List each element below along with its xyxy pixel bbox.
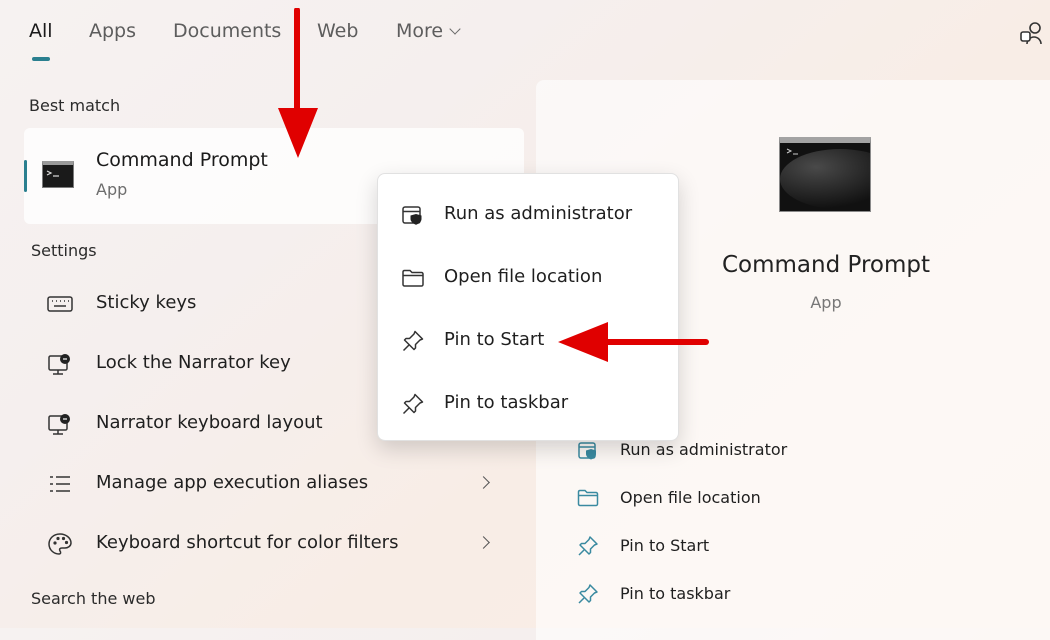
tab-apps[interactable]: Apps bbox=[89, 20, 136, 42]
settings-item-label: Manage app execution aliases bbox=[96, 472, 369, 493]
narrator-icon bbox=[48, 414, 70, 435]
pin-icon bbox=[402, 330, 424, 352]
detail-action-label: Open file location bbox=[620, 488, 761, 507]
chevron-down-icon bbox=[449, 23, 461, 35]
narrator-icon bbox=[48, 354, 70, 375]
context-menu-run-as-admin[interactable]: Run as administrator bbox=[382, 188, 674, 240]
tab-documents[interactable]: Documents bbox=[173, 20, 281, 42]
settings-heading: Settings bbox=[31, 241, 97, 260]
folder-icon bbox=[402, 269, 424, 287]
active-tab-indicator bbox=[32, 57, 50, 61]
annotation-arrow-down-icon bbox=[278, 8, 318, 158]
best-match-heading: Best match bbox=[29, 96, 121, 115]
settings-item-manage-app-execution-aliases[interactable]: Manage app execution aliases bbox=[24, 459, 520, 509]
detail-action-label: Pin to Start bbox=[620, 536, 710, 555]
best-match-title: Command Prompt bbox=[96, 149, 268, 171]
pin-icon bbox=[578, 536, 598, 556]
settings-item-label: Lock the Narrator key bbox=[96, 352, 291, 373]
settings-item-label: Narrator keyboard layout bbox=[96, 412, 323, 433]
tab-more[interactable]: More bbox=[396, 20, 461, 42]
command-prompt-icon bbox=[42, 161, 74, 188]
list-icon bbox=[50, 476, 70, 492]
context-menu-label: Run as administrator bbox=[444, 203, 633, 224]
detail-action-label: Pin to taskbar bbox=[620, 584, 731, 603]
pin-icon bbox=[402, 393, 424, 415]
detail-action-pin-to-taskbar[interactable]: Pin to taskbar bbox=[576, 578, 1016, 614]
shield-icon bbox=[578, 442, 596, 460]
search-web-heading: Search the web bbox=[31, 589, 156, 608]
detail-action-label: Run as administrator bbox=[620, 440, 788, 459]
context-menu: Run as administrator Open file location … bbox=[377, 173, 679, 441]
tab-all[interactable]: All bbox=[29, 20, 53, 42]
tab-more-label: More bbox=[396, 20, 444, 42]
best-match-subtitle: App bbox=[96, 180, 128, 199]
chevron-right-icon bbox=[477, 536, 490, 549]
context-menu-label: Open file location bbox=[444, 266, 603, 287]
context-menu-label: Pin to taskbar bbox=[444, 392, 569, 413]
context-menu-label: Pin to Start bbox=[444, 329, 545, 350]
detail-action-pin-to-start[interactable]: Pin to Start bbox=[576, 530, 1016, 566]
shield-icon bbox=[402, 206, 422, 225]
people-switch-icon[interactable] bbox=[1018, 20, 1046, 48]
context-menu-pin-to-taskbar[interactable]: Pin to taskbar bbox=[382, 377, 674, 429]
pin-icon bbox=[578, 584, 598, 604]
palette-icon bbox=[48, 533, 72, 555]
annotation-arrow-left-icon bbox=[558, 322, 709, 362]
keyboard-icon bbox=[47, 296, 73, 312]
selection-accent bbox=[24, 160, 27, 192]
context-menu-open-file-location[interactable]: Open file location bbox=[382, 251, 674, 303]
command-prompt-large-icon bbox=[779, 137, 871, 212]
folder-icon bbox=[577, 489, 599, 507]
chevron-right-icon bbox=[477, 476, 490, 489]
settings-item-color-filters-shortcut[interactable]: Keyboard shortcut for color filters bbox=[24, 519, 520, 569]
detail-action-open-file-location[interactable]: Open file location bbox=[576, 482, 1016, 518]
settings-item-label: Sticky keys bbox=[96, 292, 197, 313]
settings-item-label: Keyboard shortcut for color filters bbox=[96, 532, 399, 553]
